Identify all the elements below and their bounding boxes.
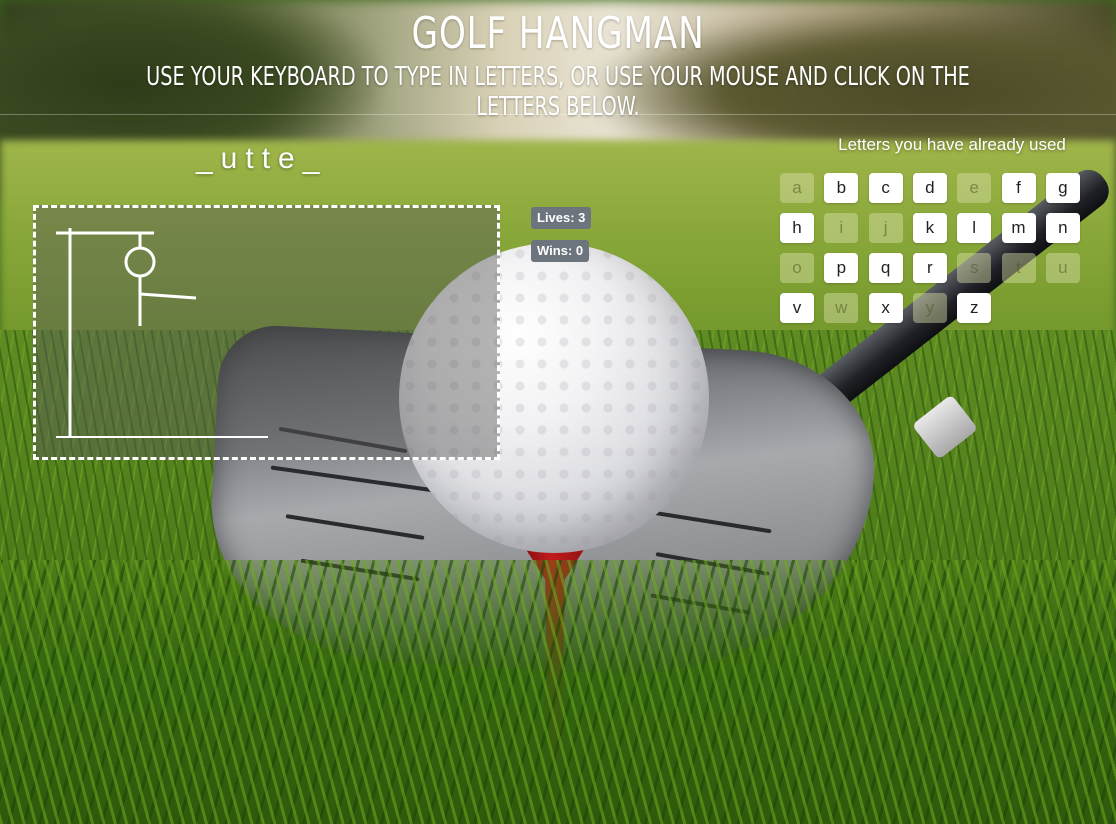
used-letters-title: Letters you have already used — [838, 135, 1066, 154]
letter-key-h[interactable]: h — [780, 213, 814, 243]
letter-key-z[interactable]: z — [957, 293, 992, 323]
wins-badge: Wins: 0 — [531, 240, 590, 262]
letter-key-a[interactable]: a — [780, 173, 814, 203]
letter-key-g[interactable]: g — [1045, 173, 1080, 203]
letter-key-v[interactable]: v — [780, 293, 814, 323]
lives-badge: Lives: 3 — [531, 207, 592, 229]
letter-key-s[interactable]: s — [957, 253, 992, 283]
hangman-figure — [56, 228, 268, 438]
foreground-grass — [0, 560, 1116, 824]
letter-key-j[interactable]: j — [868, 213, 903, 243]
hangman-head — [124, 246, 156, 278]
letter-key-x[interactable]: x — [868, 293, 903, 323]
hangman-arm — [139, 292, 197, 300]
letter-key-r[interactable]: r — [912, 253, 947, 283]
letter-key-k[interactable]: k — [912, 213, 947, 243]
letter-key-m[interactable]: m — [1001, 213, 1036, 243]
page-title: GOLF HANGMAN — [411, 8, 705, 59]
letter-key-i[interactable]: i — [824, 213, 859, 243]
letter-key-p[interactable]: p — [824, 253, 859, 283]
word-display: _utte_ — [196, 142, 328, 175]
hangman-drawing-area — [33, 205, 500, 460]
letter-key-e[interactable]: e — [957, 173, 992, 203]
letter-key-w[interactable]: w — [824, 293, 859, 323]
letter-key-d[interactable]: d — [912, 173, 947, 203]
letter-key-u[interactable]: u — [1045, 253, 1080, 283]
letter-key-l[interactable]: l — [957, 213, 992, 243]
letter-key-c[interactable]: c — [868, 173, 903, 203]
letter-key-o[interactable]: o — [780, 253, 814, 283]
letter-key-f[interactable]: f — [1001, 173, 1036, 203]
page-instructions: USE YOUR KEYBOARD TO TYPE IN LETTERS, OR… — [146, 62, 970, 122]
letter-key-q[interactable]: q — [868, 253, 903, 283]
letter-key-t[interactable]: t — [1001, 253, 1036, 283]
letter-key-b[interactable]: b — [824, 173, 859, 203]
letter-key-y[interactable]: y — [912, 293, 947, 323]
header-divider — [0, 114, 1116, 115]
letter-key-n[interactable]: n — [1045, 213, 1080, 243]
